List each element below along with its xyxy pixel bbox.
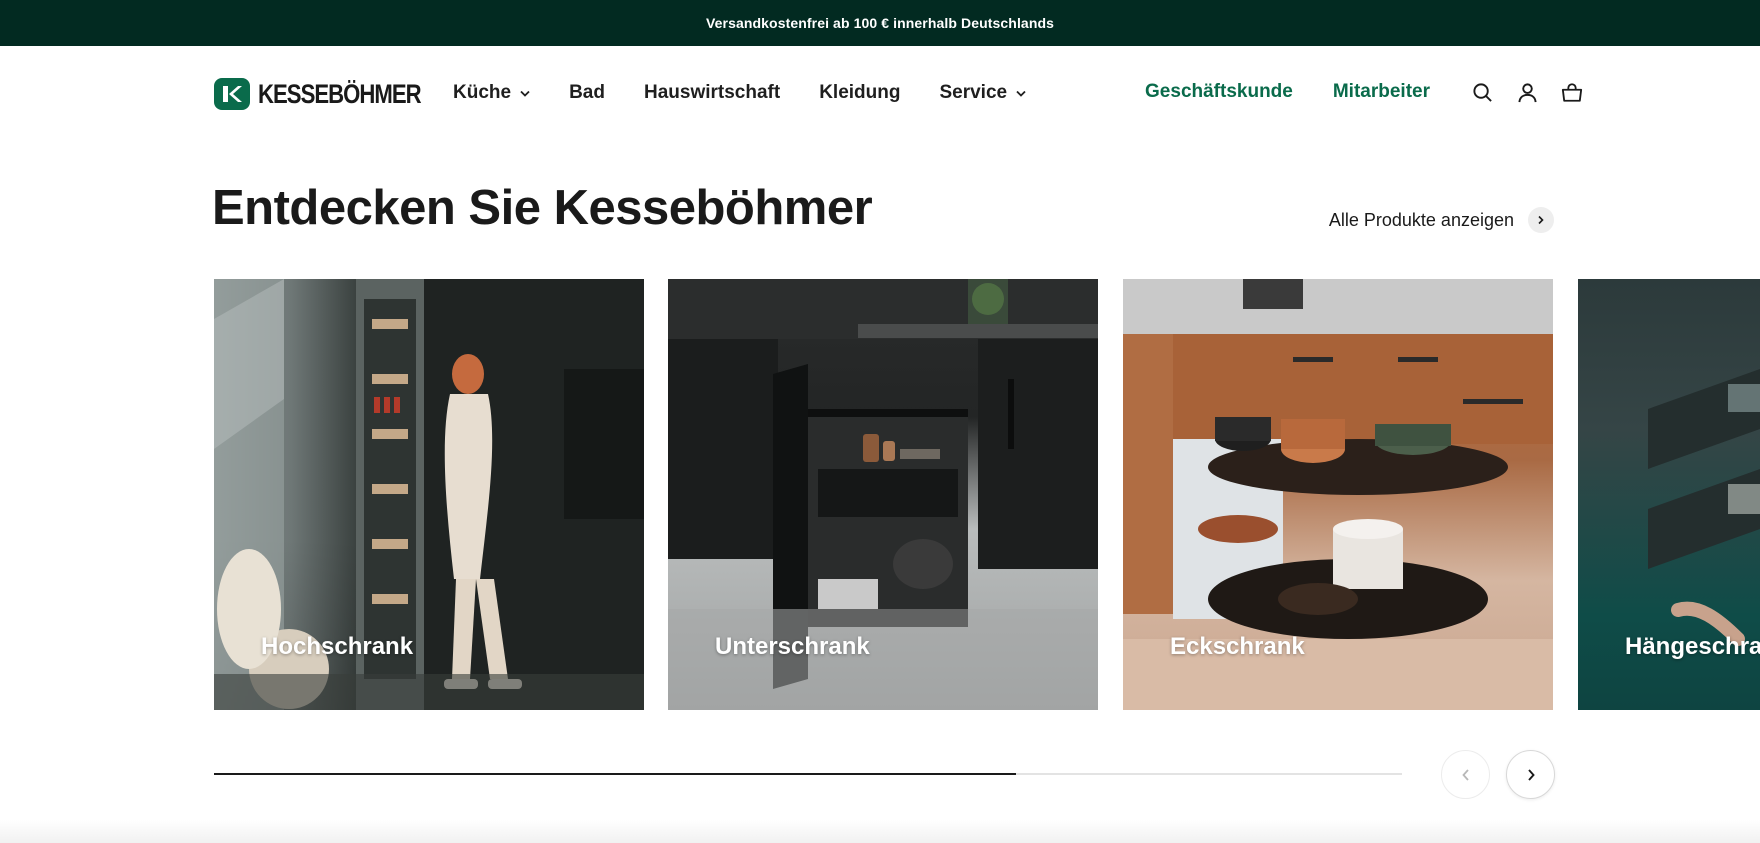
category-carousel[interactable]: Hochschrank Unterschrank Eckschrank Häng… xyxy=(0,279,1760,710)
card-label: Hängeschrank xyxy=(1625,633,1760,660)
nav-item-bad[interactable]: Bad xyxy=(569,82,605,104)
logo-mark-icon xyxy=(214,78,250,110)
nav-item-kueche[interactable]: Küche xyxy=(453,82,530,104)
header-actions: Geschäftskunde Mitarbeiter xyxy=(1145,80,1584,104)
chevron-left-icon xyxy=(1461,768,1471,782)
main-nav: Küche Bad Hauswirtschaft Kleidung Servic… xyxy=(453,82,1065,104)
nav-item-label: Hauswirtschaft xyxy=(643,82,781,103)
carousel-progress-fill xyxy=(214,773,1016,775)
section-title: Entdecken Sie Kesseböhmer xyxy=(212,181,873,235)
chevron-down-icon xyxy=(520,90,530,97)
nav-item-label: Küche xyxy=(453,82,512,103)
site-header: KESSEBÖHMER Küche Bad Hauswirtschaft Kle… xyxy=(0,46,1760,144)
nav-item-hauswirtschaft[interactable]: Hauswirtschaft xyxy=(644,82,780,104)
business-customer-link[interactable]: Geschäftskunde xyxy=(1145,81,1293,103)
card-label: Eckschrank xyxy=(1170,633,1305,660)
chevron-down-icon xyxy=(1016,90,1026,97)
cart-icon[interactable] xyxy=(1560,80,1584,104)
announcement-text: Versandkostenfrei ab 100 € innerhalb Deu… xyxy=(705,15,1055,31)
carousel-next-button[interactable] xyxy=(1506,750,1555,799)
nav-item-service[interactable]: Service xyxy=(939,82,1026,104)
employee-link[interactable]: Mitarbeiter xyxy=(1333,81,1430,103)
view-all-label: Alle Produkte anzeigen xyxy=(1328,209,1514,230)
category-card-hochschrank[interactable]: Hochschrank xyxy=(214,279,644,710)
logo-wordmark: KESSEBÖHMER xyxy=(258,78,422,109)
carousel-progress xyxy=(214,773,1402,775)
category-card-haengeschrank[interactable]: Hängeschrank xyxy=(1578,279,1760,710)
announcement-bar: Versandkostenfrei ab 100 € innerhalb Deu… xyxy=(0,0,1760,46)
nav-item-label: Bad xyxy=(569,82,605,103)
card-label: Hochschrank xyxy=(261,633,414,660)
search-icon[interactable] xyxy=(1470,80,1494,104)
nav-item-label: Kleidung xyxy=(819,82,901,103)
carousel-prev-button[interactable] xyxy=(1441,750,1490,799)
logo[interactable]: KESSEBÖHMER xyxy=(214,78,456,110)
view-all-products-link[interactable]: Alle Produkte anzeigen xyxy=(1329,207,1554,233)
page-bottom-fade xyxy=(0,820,1760,843)
category-card-eckschrank[interactable]: Eckschrank xyxy=(1123,279,1553,710)
card-label: Unterschrank xyxy=(715,633,870,660)
chevron-right-icon xyxy=(1526,768,1536,782)
chevron-right-icon xyxy=(1528,207,1554,233)
category-card-unterschrank[interactable]: Unterschrank xyxy=(668,279,1098,710)
account-icon[interactable] xyxy=(1515,80,1539,104)
nav-item-label: Service xyxy=(939,82,1008,103)
nav-item-kleidung[interactable]: Kleidung xyxy=(819,82,900,104)
